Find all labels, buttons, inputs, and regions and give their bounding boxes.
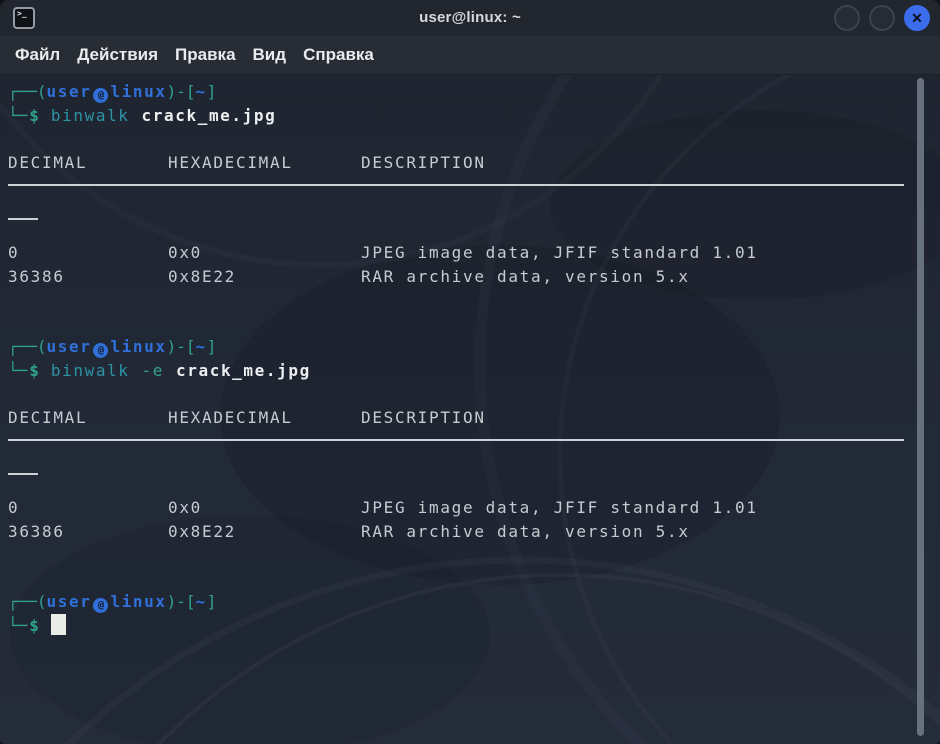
- prompt-frame: └─: [8, 616, 27, 635]
- menu-help[interactable]: Справка: [303, 45, 374, 65]
- table-row: 00x0JPEG image data, JFIF standard 1.01: [8, 496, 912, 520]
- prompt-line-top: ┌──(user@linux)-[~]: [8, 335, 912, 359]
- terminal-content: ┌──(user@linux)-[~] └─$binwalkcrack_me.j…: [0, 75, 940, 744]
- prompt-dir: ~: [196, 82, 207, 101]
- prompt-user: user: [47, 337, 92, 356]
- prompt-frame: ┌──(: [8, 592, 47, 611]
- terminal-viewport[interactable]: ┌──(user@linux)-[~] └─$binwalkcrack_me.j…: [0, 75, 940, 744]
- prompt-symbol: $: [29, 361, 39, 380]
- menu-edit[interactable]: Правка: [175, 45, 235, 65]
- prompt-frame: ┌──(: [8, 82, 47, 101]
- header-description: DESCRIPTION: [361, 151, 912, 175]
- prompt-frame: )-[: [167, 82, 196, 101]
- command-line: └─$ binwalk crack_me.jpg: [8, 104, 912, 128]
- menu-actions[interactable]: Действия: [77, 45, 158, 65]
- prompt-host: linux: [110, 82, 166, 101]
- table-row: 363860x8E22RAR archive data, version 5.x: [8, 265, 912, 289]
- table-separator-wrap-line: [8, 218, 38, 220]
- table-separator-line: [8, 184, 904, 186]
- header-decimal: DECIMAL: [8, 406, 168, 430]
- prompt-symbol: $: [29, 616, 39, 635]
- kali-at-icon: @: [93, 598, 108, 613]
- command-line: └─$ binwalk -e crack_me.jpg: [8, 359, 912, 383]
- command-file: crack_me.jpg: [176, 361, 311, 380]
- prompt-host: linux: [110, 592, 166, 611]
- prompt-user: user: [47, 82, 92, 101]
- header-description: DESCRIPTION: [361, 406, 912, 430]
- prompt-frame: ]: [207, 592, 217, 611]
- prompt-dir: ~: [196, 592, 207, 611]
- table-header-row: DECIMALHEXADECIMALDESCRIPTION: [8, 406, 912, 430]
- table-row: 00x0JPEG image data, JFIF standard 1.01: [8, 241, 912, 265]
- menu-view[interactable]: Вид: [253, 45, 287, 65]
- table-row: 363860x8E22RAR archive data, version 5.x: [8, 520, 912, 544]
- table-separator-line: [8, 439, 904, 441]
- command-text: binwalk: [51, 106, 130, 125]
- terminal-cursor: [51, 614, 66, 635]
- scrollbar[interactable]: [917, 78, 924, 736]
- close-button[interactable]: ✕: [904, 5, 930, 31]
- prompt-line-top: ┌──(user@linux)-[~]: [8, 590, 912, 614]
- prompt-frame: ]: [207, 337, 217, 356]
- menu-bar: Файл Действия Правка Вид Справка: [0, 36, 940, 75]
- command-file: crack_me.jpg: [142, 106, 277, 125]
- header-decimal: DECIMAL: [8, 151, 168, 175]
- window-title: user@linux: ~: [0, 0, 940, 36]
- close-icon: ✕: [911, 10, 923, 27]
- kali-at-icon: @: [93, 343, 108, 358]
- table-separator-wrap: [8, 473, 912, 497]
- prompt-frame: ]: [207, 82, 217, 101]
- maximize-button[interactable]: [869, 5, 895, 31]
- command-text: binwalk: [51, 361, 130, 380]
- prompt-frame: └─: [8, 106, 27, 125]
- header-hexadecimal: HEXADECIMAL: [168, 151, 361, 175]
- command-line-active[interactable]: └─$: [8, 614, 912, 638]
- header-hexadecimal: HEXADECIMAL: [168, 406, 361, 430]
- prompt-line-top: ┌──(user@linux)-[~]: [8, 80, 912, 104]
- minimize-button[interactable]: [834, 5, 860, 31]
- menu-file[interactable]: Файл: [15, 45, 60, 65]
- table-separator-wrap: [8, 218, 912, 242]
- table-header-row: DECIMALHEXADECIMALDESCRIPTION: [8, 151, 912, 175]
- prompt-frame: └─: [8, 361, 27, 380]
- prompt-frame: ┌──(: [8, 337, 47, 356]
- table-separator: [8, 184, 912, 208]
- kali-at-icon: @: [93, 88, 108, 103]
- window-controls: ✕: [834, 5, 930, 31]
- table-separator: [8, 439, 912, 463]
- table-separator-wrap-line: [8, 473, 38, 475]
- command-flag: -e: [142, 361, 164, 380]
- prompt-frame: )-[: [167, 337, 196, 356]
- prompt-host: linux: [110, 337, 166, 356]
- prompt-user: user: [47, 592, 92, 611]
- prompt-symbol: $: [29, 106, 39, 125]
- prompt-dir: ~: [196, 337, 207, 356]
- title-bar[interactable]: >_ user@linux: ~ ✕: [0, 0, 940, 36]
- terminal-window: >_ user@linux: ~ ✕ Файл Действия Правка …: [0, 0, 940, 744]
- prompt-frame: )-[: [167, 592, 196, 611]
